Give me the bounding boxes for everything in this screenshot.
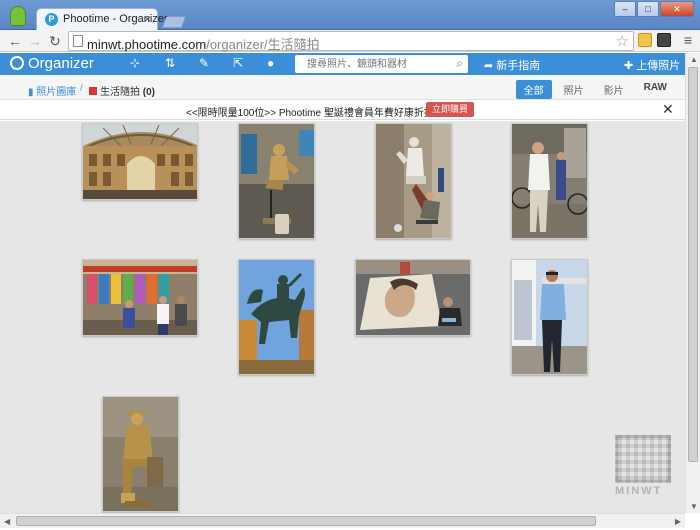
photo-man-with-bicycles[interactable] (511, 123, 588, 239)
search-input[interactable] (295, 55, 445, 73)
bookmark-star-icon[interactable]: ☆ (616, 32, 629, 50)
reload-icon[interactable]: ↻ (46, 32, 64, 50)
user-icon[interactable]: ● (267, 56, 274, 70)
window-controls: – □ ✕ (614, 1, 694, 17)
breadcrumb-current: 生活隨拍 (0) (89, 83, 155, 98)
browser-logo-icon (10, 6, 26, 26)
tab-close-icon[interactable]: × (144, 12, 151, 26)
photo-street-market-stall-image (83, 260, 197, 335)
scroll-down-arrow-icon[interactable]: ▼ (690, 502, 698, 511)
vertical-scroll-thumb[interactable] (688, 67, 698, 462)
guide-link[interactable]: ➦ 新手指南 (484, 57, 540, 73)
scroll-right-arrow-icon[interactable]: ▶ (675, 517, 681, 526)
album-count: (0) (142, 87, 156, 98)
promo-text: <<限時限量100位>> Phootime 聖誕禮會員年費好康折扣加碼送 (186, 108, 464, 119)
vertical-scrollbar[interactable]: ▲ ▼ (685, 53, 700, 513)
search-icon[interactable]: ⌕ (456, 56, 463, 71)
qr-watermark: MINWT (615, 435, 675, 499)
filter-photos[interactable]: 照片 (556, 80, 592, 99)
media-filters: 全部 照片 影片 RAW (515, 80, 675, 99)
back-arrow-icon[interactable]: ← (6, 32, 24, 50)
breadcrumb-root[interactable]: ▮ 照片圖庫 (28, 83, 76, 98)
app-toolbar: Organizer ⊹ ⇅ ✎ ⇱ ● ⌕ ➦ 新手指南 ✚ 上傳照片 (0, 53, 685, 75)
filter-all[interactable]: 全部 (515, 80, 552, 99)
page-icon (73, 35, 83, 47)
photo-equestrian-statue-image (239, 260, 314, 374)
qr-code-icon (615, 435, 671, 483)
scroll-up-arrow-icon[interactable]: ▲ (690, 55, 698, 64)
photo-levitating-golden-performer-image (239, 124, 314, 238)
photo-golden-statue-performer-image (103, 397, 178, 511)
watermark-text: MINWT (615, 485, 663, 497)
photo-street-performer-on-pillar-image (376, 124, 451, 238)
url-text: minwt.phootime.com/organizer/生活隨拍 (87, 37, 320, 52)
guide-icon: ➦ (484, 60, 497, 72)
photo-street-chalk-art[interactable] (355, 259, 471, 336)
upload-button[interactable]: ✚ 上傳照片 (624, 57, 680, 73)
buy-now-button[interactable]: 立即購買 (426, 102, 475, 117)
filter-raw[interactable]: RAW (636, 80, 675, 99)
photo-gallery (0, 121, 685, 513)
brand-logo-icon (10, 56, 24, 70)
close-window-button[interactable]: ✕ (660, 1, 694, 17)
filter-videos[interactable]: 影片 (596, 80, 632, 99)
maximize-button[interactable]: □ (637, 1, 659, 17)
forward-arrow-icon[interactable]: → (26, 32, 44, 50)
new-tab-button[interactable] (161, 16, 187, 28)
extension-notes-icon[interactable] (638, 33, 652, 47)
tab-title: Phootime - Organizer (63, 13, 168, 25)
breadcrumb-separator: / (80, 83, 83, 94)
photo-man-by-bus-image (512, 260, 587, 374)
extension-chart-icon[interactable] (657, 33, 671, 47)
browser-toolbar: ← → ↻ minwt.phootime.com/organizer/生活隨拍 … (0, 30, 700, 52)
close-notice-icon[interactable]: ✕ (662, 101, 674, 118)
url-bar[interactable]: minwt.phootime.com/organizer/生活隨拍 ☆ (68, 31, 634, 52)
breadcrumb-row: ▮ 照片圖庫 / 生活隨拍 (0) 全部 照片 影片 RAW (0, 75, 685, 100)
wrench-icon[interactable]: ✎ (199, 56, 209, 70)
tab-favicon-icon: P (45, 13, 58, 26)
app-brand[interactable]: Organizer (10, 55, 94, 72)
lock-icon (89, 87, 97, 95)
search-box: ⌕ (295, 55, 468, 73)
photo-man-by-bus[interactable] (511, 259, 588, 375)
photo-equestrian-statue[interactable] (238, 259, 315, 375)
horizontal-scrollbar[interactable]: ◀ ▶ (0, 513, 685, 528)
horizontal-scroll-thumb[interactable] (16, 516, 596, 526)
photo-galleria-arcade[interactable] (82, 123, 198, 200)
photo-galleria-arcade-image (83, 124, 197, 199)
sort-icon[interactable]: ⇅ (165, 56, 175, 70)
browser-menu-icon[interactable]: ≡ (684, 32, 692, 48)
sitemap-icon[interactable]: ⊹ (130, 56, 140, 70)
photo-man-with-bicycles-image (512, 124, 587, 238)
promo-notice: <<限時限量100位>> Phootime 聖誕禮會員年費好康折扣加碼送 立即購… (0, 100, 685, 120)
photo-golden-statue-performer[interactable] (102, 396, 179, 512)
scroll-left-arrow-icon[interactable]: ◀ (4, 517, 10, 526)
window-titlebar: P Phootime - Organizer × – □ ✕ (0, 0, 700, 30)
browser-tab[interactable]: P Phootime - Organizer × (36, 8, 168, 30)
photo-street-market-stall[interactable] (82, 259, 198, 336)
share-icon[interactable]: ⇱ (233, 56, 243, 70)
photo-street-chalk-art-image (356, 260, 470, 335)
plus-icon: ✚ (624, 60, 637, 72)
photo-street-performer-on-pillar[interactable] (375, 123, 452, 239)
minimize-button[interactable]: – (614, 1, 636, 17)
photo-levitating-golden-performer[interactable] (238, 123, 315, 239)
